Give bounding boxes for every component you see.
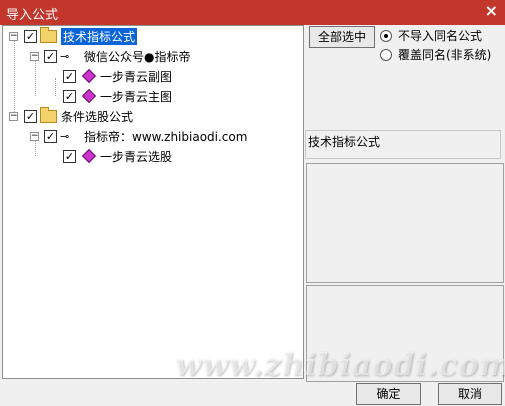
tree-node-formula[interactable]: ✓ 一步青云副图 xyxy=(63,67,172,85)
checkbox-checked-icon[interactable]: ✓ xyxy=(44,129,57,143)
collapse-toggle-icon[interactable]: − xyxy=(30,52,39,61)
radio-label: 不导入同名公式 xyxy=(398,29,483,43)
radio-overwrite[interactable]: 覆盖同名(非系统) xyxy=(380,46,491,63)
checkbox-checked-icon[interactable]: ✓ xyxy=(63,149,76,163)
cancel-button[interactable]: 取消 xyxy=(438,383,502,405)
radio-selected-icon[interactable] xyxy=(380,29,392,42)
checkbox-checked-icon[interactable]: ✓ xyxy=(63,69,76,83)
window-title: 导入公式 xyxy=(6,8,59,23)
tree-node-author[interactable]: ✓ ⊸ 微信公众号●指标帝 xyxy=(44,47,190,65)
category-label: 技术指标公式 xyxy=(308,135,381,149)
tree-node-technical[interactable]: ✓ 技术指标公式 xyxy=(24,26,138,45)
tree-node-screening[interactable]: ✓ 条件选股公式 xyxy=(24,106,134,125)
tree-node-label: 一步青云主图 xyxy=(100,89,173,104)
tree-connector xyxy=(55,78,56,96)
folder-icon xyxy=(40,106,57,123)
collapse-toggle-icon[interactable]: − xyxy=(30,132,39,141)
collapse-toggle-icon[interactable]: − xyxy=(9,112,18,121)
formula-tree[interactable]: − ✓ 技术指标公式 − ✓ ⊸ 微信公众号●指标帝 ✓ 一步青云副图 ✓ 一步… xyxy=(2,25,304,379)
title-bar: 导入公式 × xyxy=(0,0,505,25)
tree-node-formula[interactable]: ✓ 一步青云选股 xyxy=(63,147,172,165)
formula-icon xyxy=(81,68,97,84)
radio-label: 覆盖同名(非系统) xyxy=(398,48,492,62)
checkbox-checked-icon[interactable]: ✓ xyxy=(24,29,37,43)
watermark-text: www.zhibiaodi.com xyxy=(175,348,505,383)
ok-button[interactable]: 确定 xyxy=(356,383,421,405)
select-all-button[interactable]: 全部选中 xyxy=(309,26,375,48)
checkbox-checked-icon[interactable]: ✓ xyxy=(63,89,76,103)
description-panel xyxy=(306,163,504,283)
close-icon[interactable]: × xyxy=(485,2,498,20)
key-icon: ⊸ xyxy=(60,49,70,63)
collapse-toggle-icon[interactable]: − xyxy=(9,32,18,41)
tree-node-label: 微信公众号●指标帝 xyxy=(84,49,191,64)
folder-icon xyxy=(40,26,57,43)
tree-node-label: 一步青云副图 xyxy=(100,69,173,84)
tree-connector xyxy=(35,59,36,96)
checkbox-checked-icon[interactable]: ✓ xyxy=(24,109,37,123)
tree-node-label: 技术指标公式 xyxy=(61,27,138,45)
key-icon: ⊸ xyxy=(60,129,70,143)
tree-node-author[interactable]: ✓ ⊸ 指标帝：www.zhibiaodi.com xyxy=(44,127,247,145)
radio-no-import[interactable]: 不导入同名公式 xyxy=(380,27,482,44)
tree-node-label: 一步青云选股 xyxy=(100,149,173,164)
tree-node-formula[interactable]: ✓ 一步青云主图 xyxy=(63,87,172,105)
tree-connector xyxy=(14,40,15,116)
tree-node-label: 指标帝：www.zhibiaodi.com xyxy=(84,129,248,144)
category-display: 技术指标公式 xyxy=(305,130,501,159)
tree-node-label: 条件选股公式 xyxy=(61,109,134,124)
checkbox-checked-icon[interactable]: ✓ xyxy=(44,49,57,63)
formula-icon xyxy=(81,148,97,164)
radio-empty-icon[interactable] xyxy=(380,48,392,61)
formula-icon xyxy=(81,88,97,104)
